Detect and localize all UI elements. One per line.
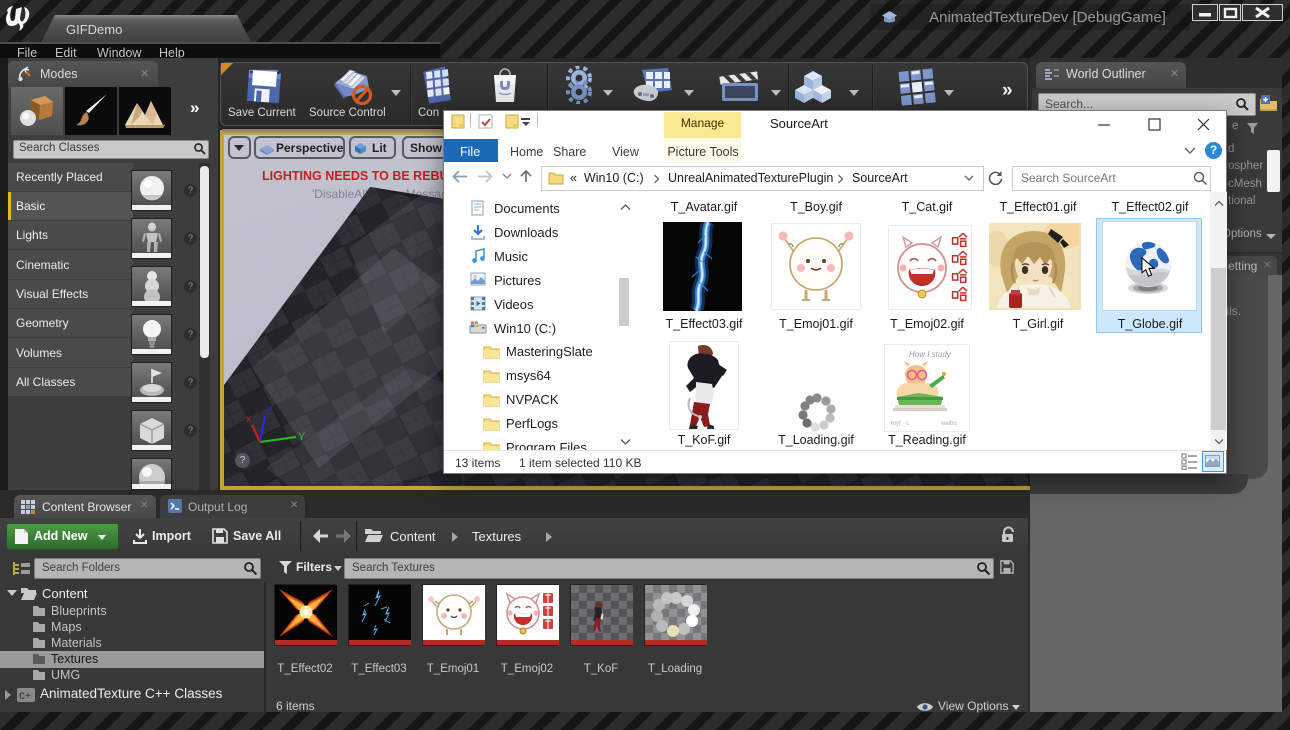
svg-text:weibo: weibo — [940, 421, 957, 427]
svg-text:Y: Y — [298, 431, 306, 443]
svg-text:x: x — [246, 414, 251, 425]
svg-text:Z: Z — [266, 405, 273, 417]
svg-text:C+: C+ — [19, 692, 31, 703]
svg-text:How I study: How I study — [909, 350, 952, 359]
svg-text:myf · c: myf · c — [891, 421, 909, 427]
